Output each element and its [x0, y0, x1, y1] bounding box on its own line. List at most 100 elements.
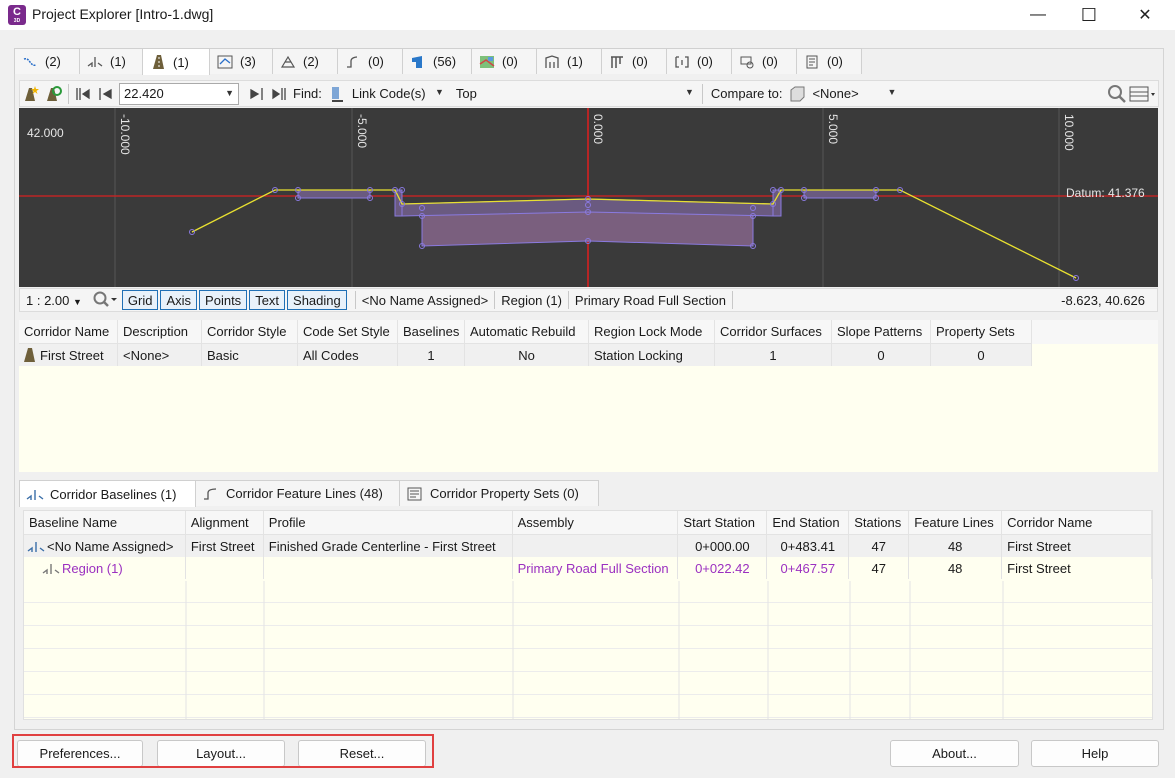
- map-icon: [478, 54, 496, 70]
- baseline-table: Baseline Name Alignment Profile Assembly…: [23, 510, 1153, 720]
- toolbar-separator: [701, 83, 703, 104]
- elevation-label: 42.000: [27, 126, 64, 140]
- table-cell: 48: [909, 535, 1003, 557]
- table-cell: All Codes: [298, 344, 398, 366]
- table-cell: [512, 535, 679, 557]
- last-station-icon[interactable]: [267, 83, 289, 105]
- zoom-search-icon[interactable]: [1106, 83, 1128, 105]
- tab-corridor-property-sets[interactable]: Corridor Property Sets (0): [399, 480, 599, 506]
- column-header[interactable]: Description: [118, 320, 202, 344]
- sidewalk-left-shape: [297, 189, 371, 199]
- table-cell: No: [465, 344, 589, 366]
- column-header[interactable]: Profile: [263, 511, 513, 535]
- refresh-corridor-icon[interactable]: [42, 83, 64, 105]
- column-header[interactable]: Property Sets: [931, 320, 1032, 344]
- column-header[interactable]: Code Set Style: [298, 320, 398, 344]
- magnifier-icon: [93, 291, 117, 307]
- find-value-select[interactable]: Top ▼: [452, 83, 698, 105]
- tab-map[interactable]: (0): [471, 48, 537, 74]
- tab-parcels[interactable]: (56): [402, 48, 472, 74]
- column-header[interactable]: Baselines: [398, 320, 465, 344]
- table-row[interactable]: First Street <None> Basic All Codes 1 No…: [19, 344, 1158, 366]
- table-cell: 0+483.41: [767, 535, 850, 557]
- tab-corridor-feature-lines[interactable]: Corridor Feature Lines (48): [195, 480, 400, 506]
- column-header[interactable]: Corridor Name: [1002, 511, 1152, 535]
- column-header[interactable]: Corridor Style: [202, 320, 298, 344]
- table-cell: 0+022.42: [678, 557, 768, 579]
- column-header[interactable]: End Station: [767, 511, 850, 535]
- axis-toggle[interactable]: Axis: [160, 290, 198, 310]
- table-cell: First Street: [185, 535, 264, 557]
- column-header[interactable]: Corridor Surfaces: [715, 320, 832, 344]
- find-mode-select[interactable]: Link Code(s) ▼: [348, 83, 448, 105]
- parcel-icon: [409, 54, 427, 70]
- corridor-detail-tabs: Corridor Baselines (1) Corridor Feature …: [19, 480, 599, 507]
- sidewalk-right-shape: [803, 189, 877, 199]
- table-cell: Station Locking: [589, 344, 715, 366]
- empty-rows: [24, 580, 1152, 719]
- column-header[interactable]: Region Lock Mode: [589, 320, 715, 344]
- first-station-icon[interactable]: [73, 83, 95, 105]
- column-header[interactable]: Corridor Name: [19, 320, 118, 344]
- x-tick-label: -5.000: [355, 114, 369, 148]
- table-row[interactable]: Region (1) Primary Road Full Section 0+0…: [24, 557, 1152, 579]
- table-cell: 0: [832, 344, 931, 366]
- points-toggle[interactable]: Points: [199, 290, 248, 310]
- datum-label: Datum: 41.376: [1066, 186, 1145, 200]
- x-tick-label: 5.000: [826, 114, 840, 144]
- tab-corridors[interactable]: (1): [142, 48, 210, 75]
- tab-corridor-baselines[interactable]: Corridor Baselines (1): [19, 480, 196, 507]
- data-shortcut-icon: [803, 54, 821, 70]
- corridor-table: Corridor Name Description Corridor Style…: [19, 320, 1158, 472]
- scale-select[interactable]: 1 : 2.00 ▼: [20, 293, 88, 308]
- station-select[interactable]: 22.420 ▼: [119, 82, 239, 105]
- next-station-icon[interactable]: [245, 83, 267, 105]
- tab-feature-lines[interactable]: (0): [337, 48, 403, 74]
- maximize-button[interactable]: ☐: [1066, 0, 1112, 30]
- column-header[interactable]: Start Station: [678, 511, 768, 535]
- shading-toggle[interactable]: Shading: [287, 290, 347, 310]
- section-view-icon: [673, 54, 691, 70]
- about-button[interactable]: About...: [890, 740, 1019, 767]
- grid-toggle[interactable]: Grid: [121, 290, 159, 310]
- baseline-status: <No Name Assigned>: [354, 291, 496, 309]
- close-button[interactable]: ✕: [1122, 0, 1168, 30]
- column-header[interactable]: Slope Patterns: [832, 320, 931, 344]
- feature-line-icon: [344, 54, 362, 70]
- compare-label: Compare to:: [710, 86, 783, 101]
- corridor-table-header: Corridor Name Description Corridor Style…: [19, 320, 1158, 344]
- view-layout-icon[interactable]: [1128, 83, 1158, 105]
- column-header[interactable]: Feature Lines: [909, 511, 1003, 535]
- tab-data-shortcuts[interactable]: (0): [796, 48, 862, 74]
- text-toggle[interactable]: Text: [249, 290, 286, 310]
- tab-surfaces[interactable]: (2): [272, 48, 338, 74]
- column-header[interactable]: Baseline Name: [24, 511, 186, 535]
- column-header[interactable]: Automatic Rebuild: [465, 320, 589, 344]
- section-preview-viewer[interactable]: 42.000 -10.000 -5.000 0.000 5.000 10.000…: [19, 108, 1158, 287]
- chevron-down-icon: ▼: [887, 86, 897, 97]
- sample-line-icon: [543, 54, 561, 70]
- region-name-cell: Region (1): [24, 557, 186, 579]
- tab-labels[interactable]: (0): [731, 48, 797, 74]
- minimize-button[interactable]: —: [1015, 0, 1061, 30]
- help-button[interactable]: Help: [1031, 740, 1159, 767]
- column-header[interactable]: Alignment: [185, 511, 264, 535]
- column-header[interactable]: Assembly: [512, 511, 679, 535]
- section-preview-graphic: 42.000 -10.000 -5.000 0.000 5.000 10.000…: [19, 108, 1158, 287]
- tab-pipe-networks[interactable]: (0): [601, 48, 667, 74]
- compare-select[interactable]: <None> ▼: [808, 83, 900, 105]
- table-row[interactable]: <No Name Assigned> First Street Finished…: [24, 535, 1152, 557]
- zoom-extents-star-icon[interactable]: [20, 83, 42, 105]
- tab-section-views[interactable]: (0): [666, 48, 732, 74]
- tab-profiles[interactable]: (3): [209, 48, 273, 74]
- cursor-coords: -8.623, 40.626: [1061, 292, 1145, 308]
- feature-line-icon: [204, 487, 217, 500]
- column-header[interactable]: Stations: [849, 511, 910, 535]
- tab-assemblies[interactable]: (1): [79, 48, 143, 74]
- tab-alignments[interactable]: (2): [14, 48, 80, 74]
- zoom-menu[interactable]: [88, 290, 122, 311]
- pipe-network-icon: [608, 54, 626, 70]
- previous-station-icon[interactable]: [95, 83, 117, 105]
- table-cell: 1: [398, 344, 465, 366]
- tab-sample-lines[interactable]: (1): [536, 48, 602, 74]
